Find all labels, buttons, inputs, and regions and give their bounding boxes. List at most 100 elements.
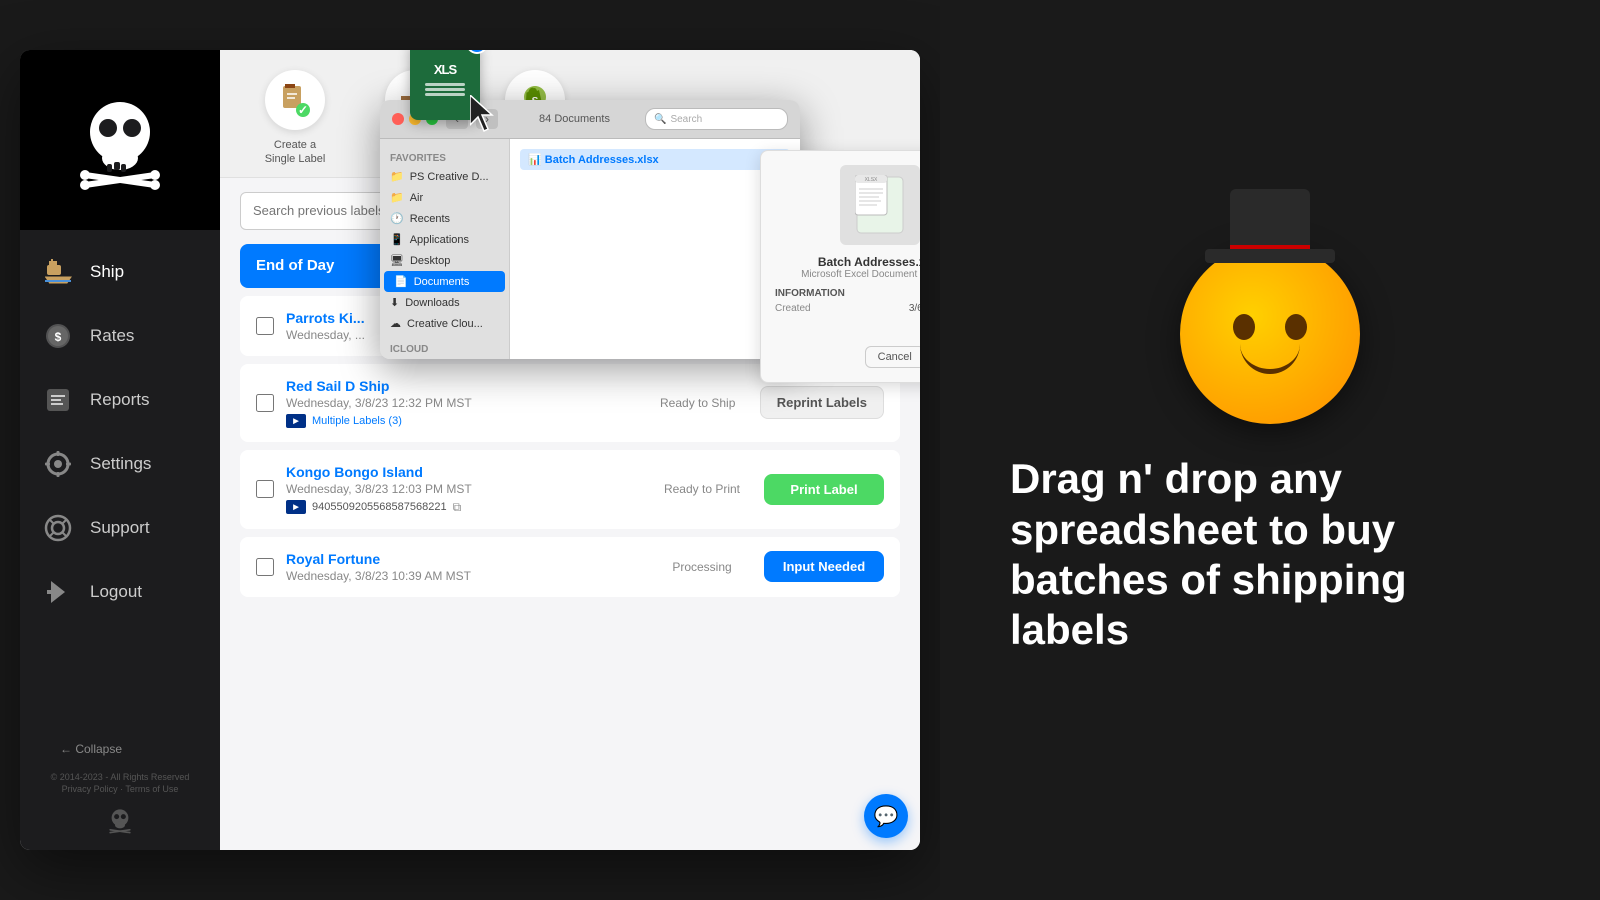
document-icon: 📄: [394, 275, 408, 288]
shipment-info-2: Red Sail D Ship Wednesday, 3/8/23 12:32 …: [286, 378, 636, 428]
shipment-status-3: Ready to Print: [652, 482, 752, 496]
sidebar-item-logout[interactable]: Logout: [20, 560, 220, 624]
apps-icon: 📱: [390, 233, 404, 246]
finder-main-pane: 📊 Batch Addresses.xlsx: [510, 139, 800, 359]
sidebar-item-label-logout: Logout: [90, 582, 142, 602]
print-label-button[interactable]: Print Label: [764, 474, 884, 505]
finder-selected-file[interactable]: 📊 Batch Addresses.xlsx: [520, 149, 790, 170]
info-created-val: 3/6/23, 12:36 PM: [909, 303, 920, 314]
sidebar-item-settings[interactable]: Settings: [20, 432, 220, 496]
logout-icon: [40, 574, 76, 610]
file-picker-overlay: XLS +: [380, 100, 800, 359]
shipment-info-3: Kongo Bongo Island Wednesday, 3/8/23 12:…: [286, 464, 640, 515]
reprint-labels-button[interactable]: Reprint Labels: [760, 386, 884, 419]
sidebar-item-label-settings: Settings: [90, 454, 151, 474]
close-window-btn[interactable]: [392, 113, 404, 125]
shipment-name-2[interactable]: Red Sail D Ship: [286, 378, 636, 394]
desktop-icon: 🖥: [390, 254, 404, 267]
create-single-label-btn[interactable]: ✓ Create aSingle Label: [250, 70, 340, 167]
file-preview-info-row: Created 3/6/23, 12:36 PM: [775, 303, 920, 314]
ship-icon: [40, 254, 76, 290]
copy-icon-3[interactable]: ⧉: [453, 500, 462, 515]
sidebar-collapse-btn[interactable]: ← Collapse: [40, 734, 200, 764]
usps-badge-3: ▶: [286, 500, 306, 514]
shipment-status-2: Ready to Ship: [648, 396, 748, 410]
shipment-name-4[interactable]: Royal Fortune: [286, 551, 640, 567]
rates-icon: $: [40, 318, 76, 354]
shipment-date-3: Wednesday, 3/8/23 12:03 PM MST: [286, 482, 640, 496]
copyright-text: © 2014-2023 - All Rights Reserved: [40, 772, 200, 782]
right-eye: [1285, 314, 1307, 340]
finder-item-air[interactable]: 📁 Air: [380, 187, 509, 208]
promo-text: Drag n' drop any spreadsheet to buy batc…: [1010, 454, 1530, 656]
chat-bubble-button[interactable]: 💬: [864, 794, 908, 838]
input-needed-button-4[interactable]: Input Needed: [764, 551, 884, 582]
sidebar-item-reports[interactable]: Reports: [20, 368, 220, 432]
shipment-info-4: Royal Fortune Wednesday, 3/8/23 10:39 AM…: [286, 551, 640, 583]
file-preview-panel: XLSX Batch Addresses.xlsx Microsoft Exce…: [760, 150, 920, 383]
folder-icon: 📁: [390, 170, 404, 183]
multiple-labels-2[interactable]: Multiple Labels (3): [312, 415, 402, 427]
shipment-status-4: Processing: [652, 560, 752, 574]
left-panel: Ship $ Rates: [0, 0, 940, 900]
finder-item-recents[interactable]: 🕐 Recents: [380, 208, 509, 229]
file-preview-info-label: Information: [775, 288, 920, 299]
sidebar-item-support[interactable]: Support: [20, 496, 220, 560]
shipment-date-2: Wednesday, 3/8/23 12:32 PM MST: [286, 396, 636, 410]
finder-sidebar-pane: Favorites 📁 PS Creative D... 📁 Air 🕐 Rec…: [380, 139, 510, 359]
cloud-icon: ☁: [390, 317, 401, 330]
finder-cancel-button[interactable]: Cancel: [865, 346, 920, 368]
file-preview-name: Batch Addresses.xlsx: [775, 255, 920, 269]
hat-top: [1230, 189, 1310, 249]
right-panel: Drag n' drop any spreadsheet to buy batc…: [940, 0, 1600, 900]
finder-body: Favorites 📁 PS Creative D... 📁 Air 🕐 Rec…: [380, 139, 800, 359]
left-eye: [1233, 314, 1255, 340]
app-window: Ship $ Rates: [20, 50, 920, 850]
finder-item-ps-creative[interactable]: 📁 PS Creative D...: [380, 166, 509, 187]
settings-icon: [40, 446, 76, 482]
tracking-num-3: 9405509205568587568221: [312, 501, 447, 513]
table-row: Royal Fortune Wednesday, 3/8/23 10:39 AM…: [240, 537, 900, 597]
shipment-checkbox-1[interactable]: [256, 317, 274, 335]
shipment-checkbox-4[interactable]: [256, 558, 274, 576]
hat: [1205, 189, 1335, 263]
emoji-mascot: [1180, 244, 1360, 424]
sidebar-nav: Ship $ Rates: [20, 230, 220, 718]
finder-location-label: 84 Documents: [512, 113, 637, 125]
sidebar-item-ship[interactable]: Ship: [20, 240, 220, 304]
finder-item-icloud-drive[interactable]: ☁ iCloud Drive: [380, 357, 509, 359]
finder-item-desktop[interactable]: 🖥 Desktop: [380, 250, 509, 271]
file-preview-actions: Cancel Open: [775, 346, 920, 368]
file-preview-type: Microsoft Excel Document · 166 KB: [775, 269, 920, 280]
download-icon: ⬇: [390, 296, 399, 309]
finder-search-box[interactable]: 🔍 Search: [645, 108, 788, 130]
sidebar-item-rates[interactable]: $ Rates: [20, 304, 220, 368]
face-features: [1233, 314, 1307, 374]
finder-item-applications[interactable]: 📱 Applications: [380, 229, 509, 250]
shipment-checkbox-2[interactable]: [256, 394, 274, 412]
xlsx-preview-icon: XLSX: [840, 165, 920, 245]
sidebar-footer: ← Collapse © 2014-2023 - All Rights Rese…: [20, 718, 220, 850]
sidebar-item-label-rates: Rates: [90, 326, 134, 346]
svg-text:XLSX: XLSX: [865, 177, 878, 183]
finder-item-creative-cloud[interactable]: ☁ Creative Clou...: [380, 313, 509, 334]
cursor-icon: [470, 95, 500, 140]
info-created-key: Created: [775, 303, 811, 314]
shipment-tracking-2: ▶ Multiple Labels (3): [286, 414, 636, 428]
shipment-name-3[interactable]: Kongo Bongo Island: [286, 464, 640, 480]
finder-item-downloads[interactable]: ⬇ Downloads: [380, 292, 509, 313]
smile: [1240, 344, 1300, 374]
hat-brim: [1205, 249, 1335, 263]
sidebar-item-label-reports: Reports: [90, 390, 150, 410]
skull-logo-icon: [70, 90, 170, 190]
main-content: ✓ Create aSingle Label + Uploa: [220, 50, 920, 850]
sidebar-item-label-ship: Ship: [90, 262, 124, 282]
create-single-label-text: Create aSingle Label: [265, 138, 326, 167]
create-single-icon: ✓: [265, 70, 325, 130]
finder-item-documents[interactable]: 📄 Documents: [384, 271, 505, 292]
finder-dialog: ‹ › 84 Documents 🔍 Search Favorites 📁 P: [380, 100, 800, 359]
mascot-area: [1180, 244, 1360, 424]
usps-badge-2: ▶: [286, 414, 306, 428]
shipment-checkbox-3[interactable]: [256, 480, 274, 498]
links-text: Privacy Policy · Terms of Use: [40, 784, 200, 794]
